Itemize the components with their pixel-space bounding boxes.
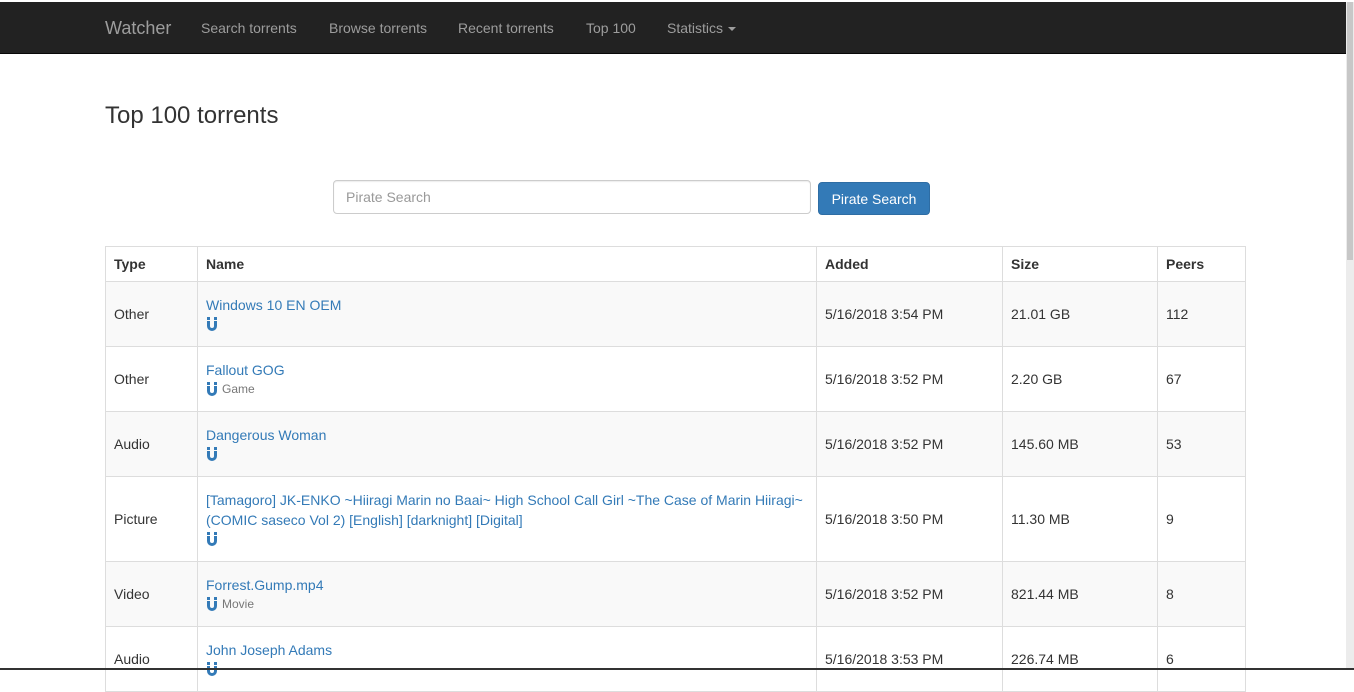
cell-added: 5/16/2018 3:52 PM [816,346,1003,412]
magnet-icon[interactable] [206,381,218,397]
cell-name: [Tamagoro] JK-ENKO ~Hiiragi Marin no Baa… [197,476,817,562]
cell-name: Windows 10 EN OEM [197,281,817,347]
table-row: Other Fallout GOG Game 5/16/2018 3:52 PM… [105,346,1246,412]
scrollbar-thumb[interactable] [1347,2,1353,260]
cell-added: 5/16/2018 3:52 PM [816,411,1003,477]
cell-peers: 67 [1157,346,1246,412]
cell-name: Dangerous Woman [197,411,817,477]
cell-added: 5/16/2018 3:52 PM [816,561,1003,627]
cell-name: John Joseph Adams [197,626,817,692]
nav-recent-torrents[interactable]: Recent torrents [458,2,554,54]
category-label: Game [222,382,255,396]
torrent-meta [206,530,808,548]
cell-name: Forrest.Gump.mp4 Movie [197,561,817,627]
torrent-link[interactable]: Forrest.Gump.mp4 [206,575,808,595]
header-added: Added [816,246,1003,282]
cell-type: Other [105,346,198,412]
table-row: Audio Dangerous Woman 5/16/2018 3:52 PM … [105,411,1246,477]
cell-name: Fallout GOG Game [197,346,817,412]
navbar: Watcher Search torrents Browse torrents … [0,2,1354,54]
magnet-icon[interactable] [206,596,218,612]
torrent-link[interactable]: [Tamagoro] JK-ENKO ~Hiiragi Marin no Baa… [206,490,808,530]
header-peers: Peers [1157,246,1246,282]
page-title: Top 100 torrents [105,102,279,129]
torrent-link[interactable]: Fallout GOG [206,360,808,380]
cell-peers: 53 [1157,411,1246,477]
table-header-row: Type Name Added Size Peers [105,246,1246,282]
cell-peers: 6 [1157,626,1246,692]
cell-type: Audio [105,411,198,477]
search-button[interactable]: Pirate Search [818,182,930,215]
magnet-icon[interactable] [206,446,218,462]
nav-top-100[interactable]: Top 100 [586,2,636,54]
header-type: Type [105,246,198,282]
torrent-link[interactable]: Dangerous Woman [206,425,808,445]
table-row: Other Windows 10 EN OEM 5/16/2018 3:54 P… [105,281,1246,347]
cell-peers: 8 [1157,561,1246,627]
torrent-meta: Movie [206,595,808,613]
cell-peers: 9 [1157,476,1246,562]
torrent-link[interactable]: Windows 10 EN OEM [206,295,808,315]
cell-type: Audio [105,626,198,692]
nav-search-torrents[interactable]: Search torrents [201,2,297,54]
statistics-label: Statistics [667,20,724,36]
cell-added: 5/16/2018 3:53 PM [816,626,1003,692]
nav-browse-torrents[interactable]: Browse torrents [329,2,427,54]
header-size: Size [1002,246,1158,282]
cell-size: 11.30 MB [1002,476,1158,562]
magnet-icon[interactable] [206,316,218,332]
cell-added: 5/16/2018 3:54 PM [816,281,1003,347]
nav-statistics-dropdown[interactable]: Statistics [667,2,737,54]
cell-size: 145.60 MB [1002,411,1158,477]
torrent-meta [206,445,808,463]
category-label: Movie [222,597,255,611]
cell-size: 21.01 GB [1002,281,1158,347]
torrent-meta [206,315,808,333]
torrent-link[interactable]: John Joseph Adams [206,640,808,660]
cell-added: 5/16/2018 3:50 PM [816,476,1003,562]
table-row: Audio John Joseph Adams 5/16/2018 3:53 P… [105,626,1246,692]
search-input[interactable] [333,180,811,214]
cell-size: 226.74 MB [1002,626,1158,692]
cell-type: Other [105,281,198,347]
cell-peers: 112 [1157,281,1246,347]
table-row: Picture [Tamagoro] JK-ENKO ~Hiiragi Mari… [105,476,1246,562]
header-name: Name [197,246,817,282]
torrents-table: Type Name Added Size Peers Other Windows… [105,246,1246,692]
brand-link[interactable]: Watcher [105,2,171,54]
cell-size: 2.20 GB [1002,346,1158,412]
cell-type: Video [105,561,198,627]
caret-down-icon [728,27,737,32]
cell-size: 821.44 MB [1002,561,1158,627]
cell-type: Picture [105,476,198,562]
vertical-scrollbar[interactable] [1346,2,1354,670]
magnet-icon[interactable] [206,531,218,547]
table-row: Video Forrest.Gump.mp4 Movie 5/16/2018 3… [105,561,1246,627]
torrent-meta: Game [206,380,808,398]
